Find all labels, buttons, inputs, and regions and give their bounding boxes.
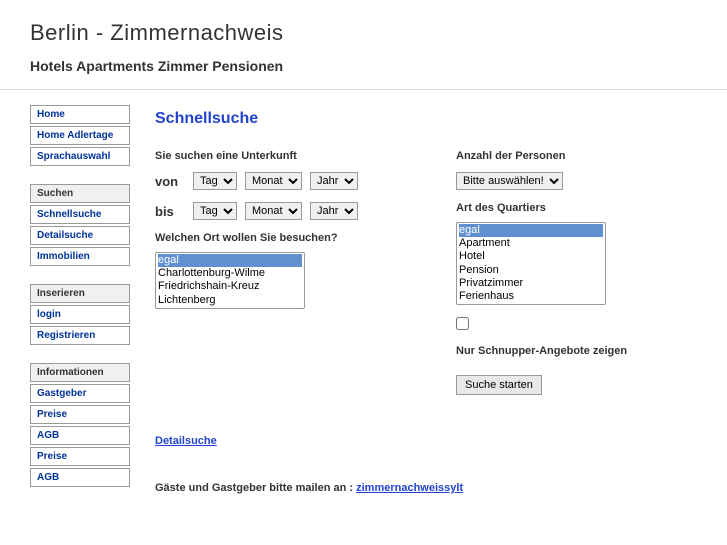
submit-button[interactable]: Suche starten (456, 375, 542, 395)
search-label: Sie suchen eine Unterkunft (155, 150, 406, 162)
container: Home Home Adlertage Sprachauswahl Suchen… (0, 90, 727, 505)
nav-agb-2[interactable]: AGB (30, 468, 130, 487)
footer-text: Gäste und Gastgeber bitte mailen an : zi… (155, 482, 707, 494)
nav-group-suchen: Suchen Schnellsuche Detailsuche Immobili… (30, 184, 130, 266)
nav-sprachauswahl[interactable]: Sprachauswahl (30, 147, 130, 166)
schnupper-row (456, 317, 707, 333)
footer-prefix: Gäste und Gastgeber bitte mailen an : (155, 482, 356, 494)
location-select[interactable]: egal Charlottenburg-Wilme Friedrichshain… (155, 252, 305, 309)
from-year-select[interactable]: Jahr (310, 172, 358, 190)
page-title: Schnellsuche (155, 110, 707, 128)
to-year-select[interactable]: Jahr (310, 202, 358, 220)
nav-preise-1[interactable]: Preise (30, 405, 130, 424)
to-month-select[interactable]: Monat (245, 202, 302, 220)
detail-link[interactable]: Detailsuche (155, 435, 707, 447)
nav-home[interactable]: Home (30, 105, 130, 124)
date-to-row: bis Tag Monat Jahr (155, 202, 406, 220)
sidebar: Home Home Adlertage Sprachauswahl Suchen… (0, 105, 135, 505)
nav-detailsuche[interactable]: Detailsuche (30, 226, 130, 245)
search-row: Sie suchen eine Unterkunft von Tag Monat… (155, 150, 707, 395)
persons-label: Anzahl der Personen (456, 150, 707, 162)
nav-group-main: Home Home Adlertage Sprachauswahl (30, 105, 130, 166)
nav-agb-1[interactable]: AGB (30, 426, 130, 445)
search-col-left: Sie suchen eine Unterkunft von Tag Monat… (155, 150, 406, 395)
to-day-select[interactable]: Tag (193, 202, 237, 220)
from-month-select[interactable]: Monat (245, 172, 302, 190)
type-label: Art des Quartiers (456, 202, 707, 214)
search-col-right: Anzahl der Personen Bitte auswählen! Art… (456, 150, 707, 395)
nav-header-inserieren: Inserieren (30, 284, 130, 303)
footer-email-link[interactable]: zimmernachweissylt (356, 482, 463, 494)
nav-schnellsuche[interactable]: Schnellsuche (30, 205, 130, 224)
to-label: bis (155, 204, 185, 219)
nav-header-informationen: Informationen (30, 363, 130, 382)
schnupper-checkbox[interactable] (456, 317, 469, 330)
nav-group-informationen: Informationen Gastgeber Preise AGB Preis… (30, 363, 130, 487)
location-label: Welchen Ort wollen Sie besuchen? (155, 232, 406, 244)
nav-registrieren[interactable]: Registrieren (30, 326, 130, 345)
nav-immobilien[interactable]: Immobilien (30, 247, 130, 266)
site-title: Berlin - Zimmernachweis (30, 20, 697, 46)
site-subtitle: Hotels Apartments Zimmer Pensionen (30, 58, 697, 74)
nav-login[interactable]: login (30, 305, 130, 324)
from-label: von (155, 174, 185, 189)
persons-select[interactable]: Bitte auswählen! (456, 172, 563, 190)
nav-home-adlertage[interactable]: Home Adlertage (30, 126, 130, 145)
main-content: Schnellsuche Sie suchen eine Unterkunft … (135, 105, 727, 505)
type-select[interactable]: egal Apartment Hotel Pension Privatzimme… (456, 222, 606, 305)
from-day-select[interactable]: Tag (193, 172, 237, 190)
nav-gastgeber[interactable]: Gastgeber (30, 384, 130, 403)
date-from-row: von Tag Monat Jahr (155, 172, 406, 190)
nav-preise-2[interactable]: Preise (30, 447, 130, 466)
nav-header-suchen: Suchen (30, 184, 130, 203)
schnupper-label: Nur Schnupper-Angebote zeigen (456, 345, 707, 357)
nav-group-inserieren: Inserieren login Registrieren (30, 284, 130, 345)
header: Berlin - Zimmernachweis Hotels Apartment… (0, 0, 727, 90)
